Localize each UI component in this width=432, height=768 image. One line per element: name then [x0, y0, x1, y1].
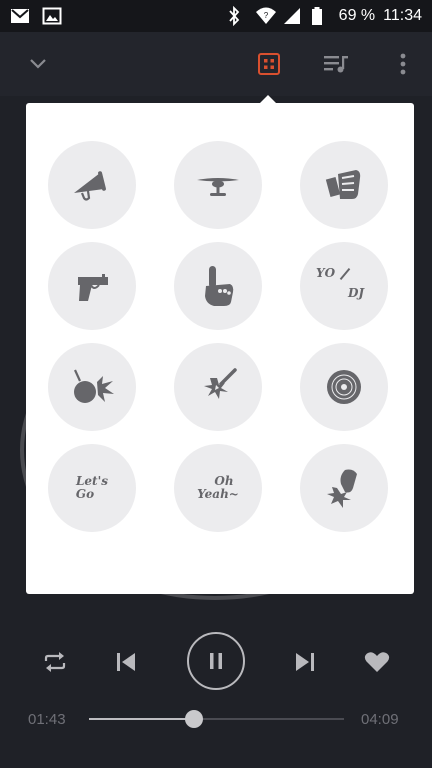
sound-pad-grid: YO DJ Let's Go Oh Yeah~: [48, 141, 392, 532]
previous-button[interactable]: [112, 648, 140, 676]
yo-label-text: YO: [316, 266, 336, 280]
more-vert-icon: [400, 53, 406, 75]
cell-signal-icon: [283, 6, 303, 26]
pad-bomb[interactable]: [48, 343, 136, 431]
next-button[interactable]: [291, 648, 319, 676]
pad-megaphone[interactable]: [48, 141, 136, 229]
dj-label-text: DJ: [348, 286, 365, 300]
playlist-icon: [324, 56, 348, 73]
vinyl-disc-icon: [327, 370, 361, 404]
pad-hand-point[interactable]: [174, 242, 262, 330]
favorite-button[interactable]: [362, 648, 392, 676]
pad-lets-go[interactable]: Let's Go: [48, 444, 136, 532]
pointing-hand-icon: [205, 266, 234, 306]
lets-go-label: Let's Go: [76, 475, 108, 501]
pad-hand-slap[interactable]: [300, 444, 388, 532]
wifi-icon: ?: [255, 6, 276, 26]
sound-pad-popup: YO DJ Let's Go Oh Yeah~: [26, 103, 414, 594]
elapsed-time: 01:43: [28, 711, 66, 728]
skip-previous-icon: [117, 653, 135, 671]
status-bar: ? 69 % 11:34: [0, 0, 432, 32]
sound-pad-button[interactable]: [255, 50, 283, 78]
heart-icon: [364, 652, 390, 672]
total-duration: 04:09: [361, 711, 399, 728]
go-label-text: Go: [75, 487, 95, 501]
queue-button[interactable]: [322, 50, 350, 78]
punch-fist-icon: [325, 170, 361, 199]
skip-next-icon: [296, 653, 314, 671]
repeat-icon: [44, 652, 66, 672]
seek-bar-progress: [89, 718, 194, 720]
clock: 11:34: [383, 7, 422, 24]
pad-airplane[interactable]: [174, 141, 262, 229]
airplane-icon: [197, 178, 239, 196]
gun-icon: [78, 274, 108, 301]
repeat-button[interactable]: [41, 648, 69, 676]
svg-text:?: ?: [263, 11, 268, 20]
battery-icon: [311, 6, 331, 26]
collapse-button[interactable]: [24, 50, 52, 78]
pad-oh-yeah[interactable]: Oh Yeah~: [174, 444, 262, 532]
yeah-label-text: Yeah~: [197, 487, 239, 501]
oh-yeah-label: Oh Yeah~: [197, 475, 239, 501]
pad-yo-dj[interactable]: YO DJ: [300, 242, 388, 330]
pad-gun[interactable]: [48, 242, 136, 330]
yo-dj-label: YO DJ: [314, 265, 374, 307]
pad-spark-hit[interactable]: [174, 343, 262, 431]
bomb-icon: [73, 369, 114, 403]
sound-pad-icon: [258, 53, 280, 75]
chevron-down-icon: [30, 59, 46, 69]
more-options-button[interactable]: [389, 50, 417, 78]
hand-slap-icon: [327, 469, 357, 508]
bluetooth-icon: [227, 5, 247, 27]
pad-vinyl-disc[interactable]: [300, 343, 388, 431]
image-notification-icon: [42, 6, 62, 26]
battery-percent: 69 %: [338, 7, 376, 24]
slash-divider: [339, 267, 351, 281]
pad-punch[interactable]: [300, 141, 388, 229]
play-pause-button[interactable]: [187, 632, 245, 690]
spark-hit-icon: [204, 368, 237, 399]
seek-bar[interactable]: [89, 710, 344, 728]
megaphone-icon: [74, 171, 106, 201]
gmail-notification-icon: [10, 6, 30, 26]
pause-icon: [210, 653, 222, 669]
player-toolbar: [0, 32, 432, 96]
seek-bar-thumb[interactable]: [184, 710, 203, 728]
